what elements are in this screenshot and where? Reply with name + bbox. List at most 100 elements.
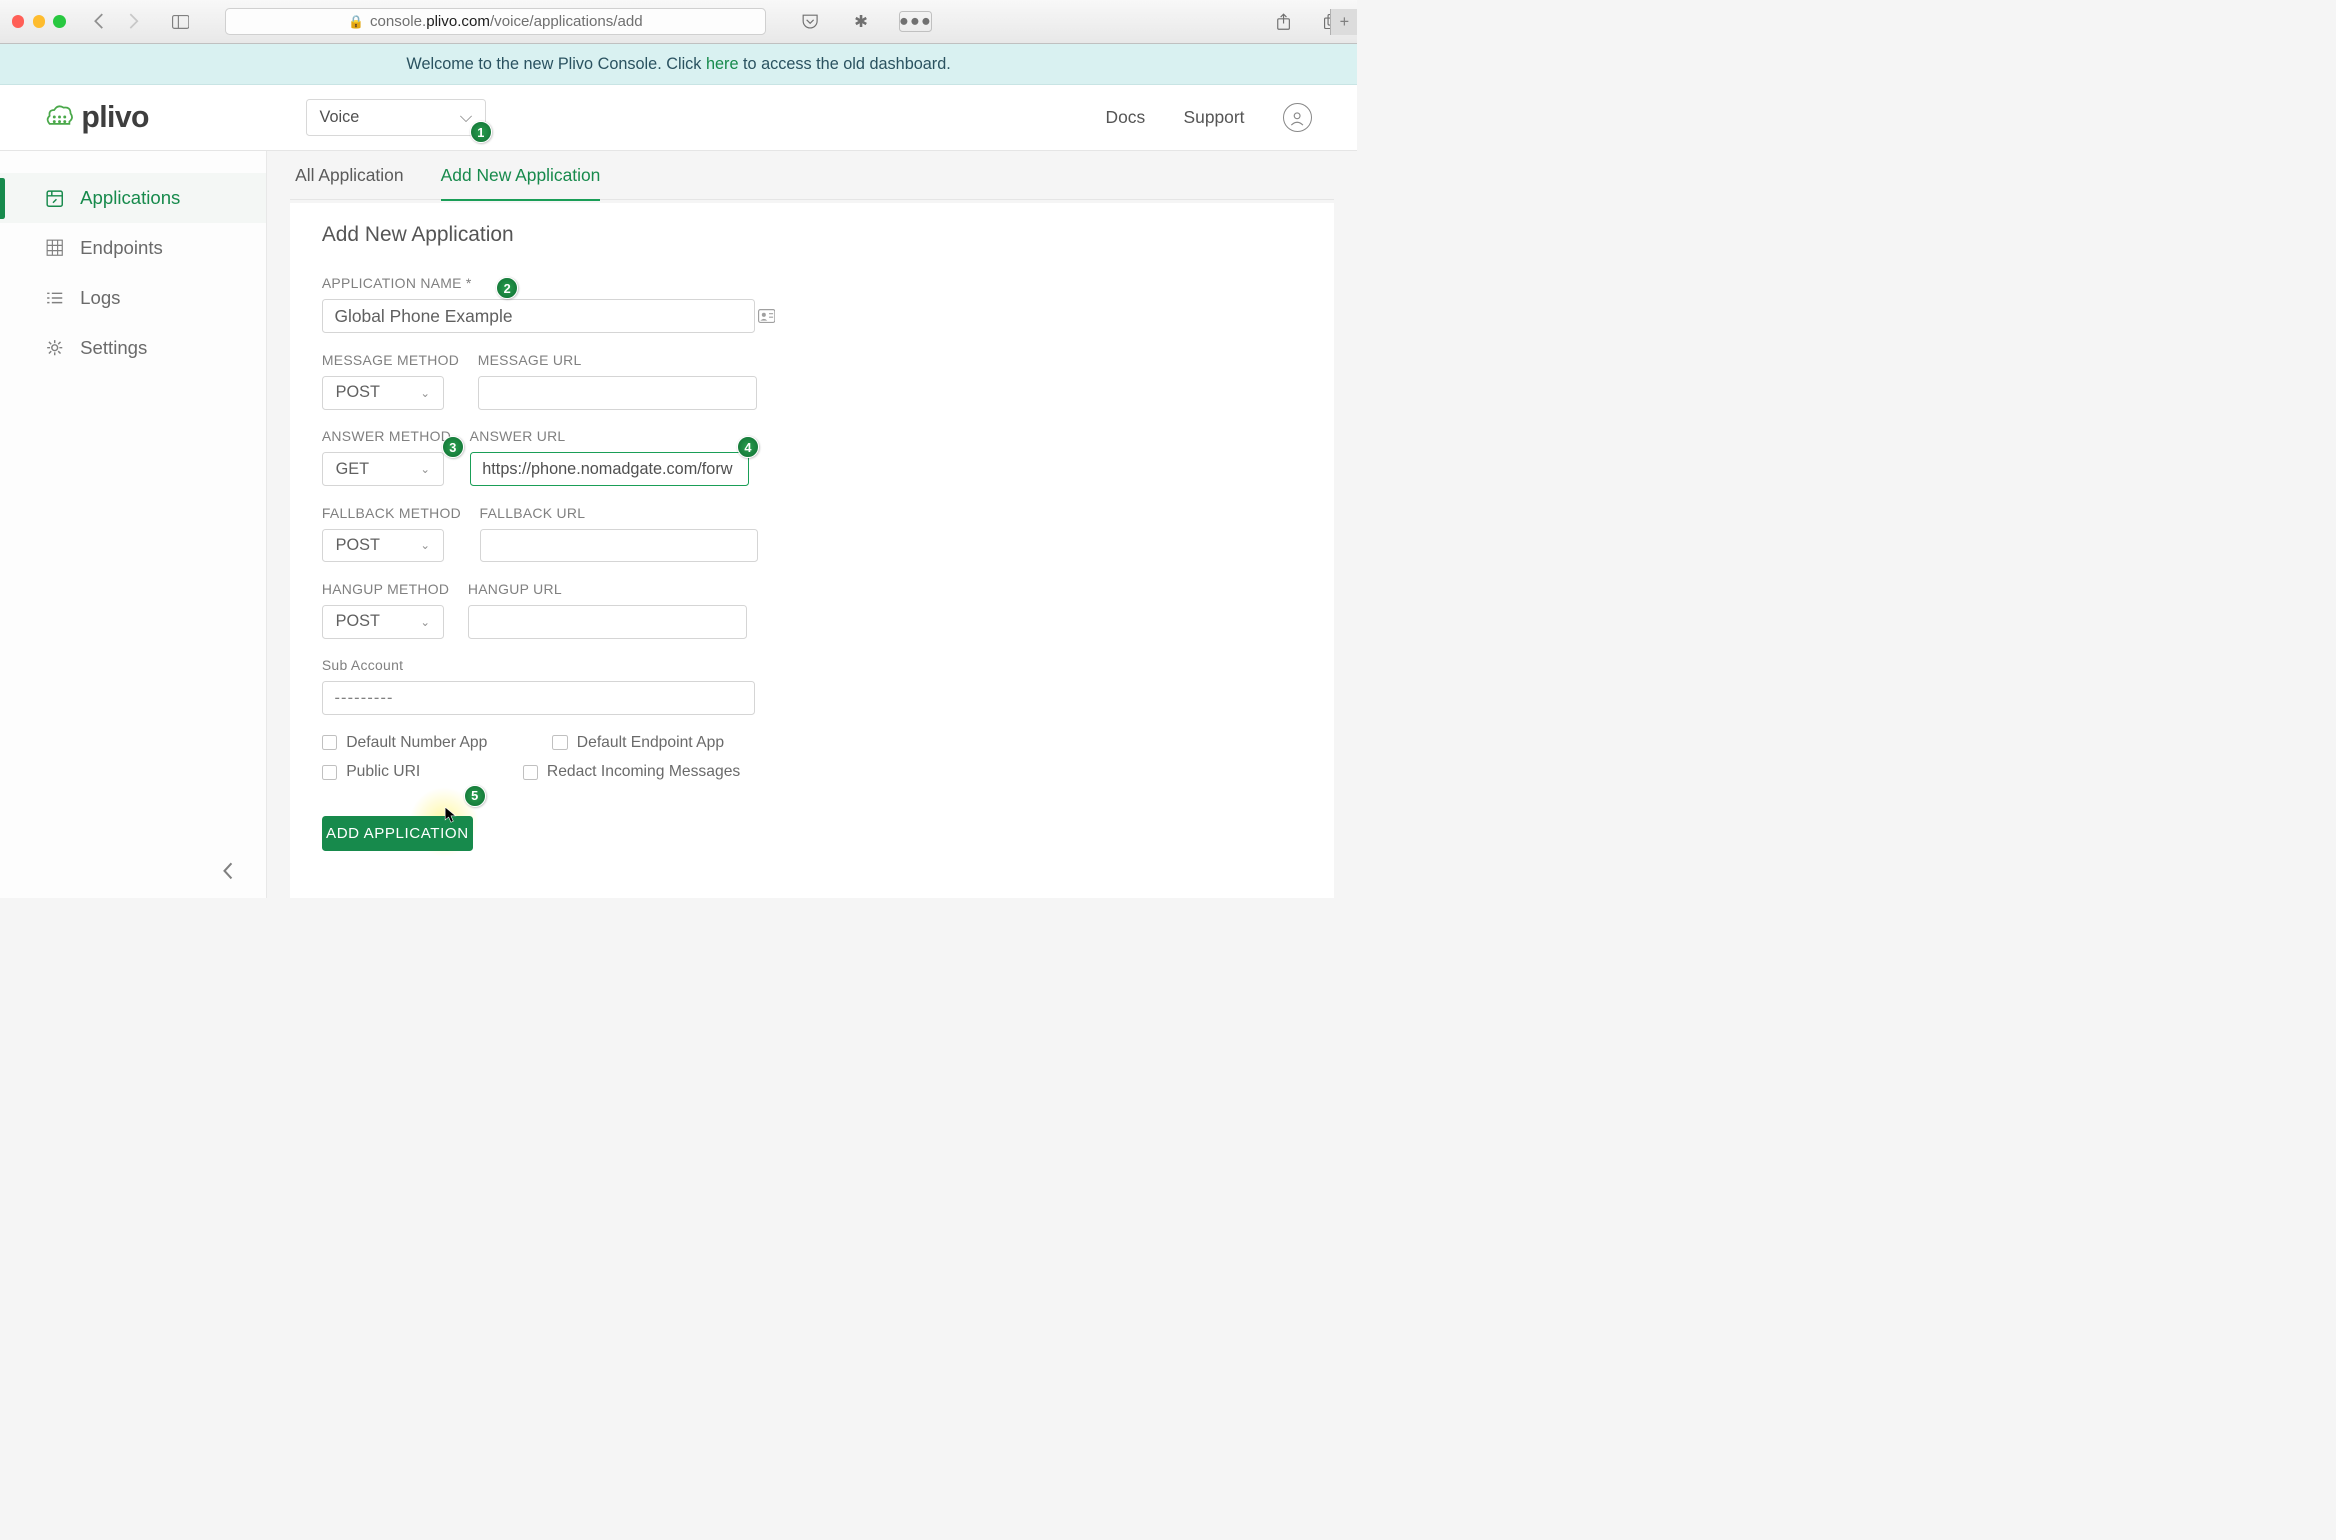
product-selector[interactable]: Voice ⌵ 1: [306, 99, 486, 136]
sidebar-item-applications[interactable]: Applications: [0, 173, 266, 223]
chevron-down-icon: ⌄: [420, 462, 430, 476]
tab-add-new-application[interactable]: Add New Application: [441, 165, 601, 201]
app-name-label: APPLICATION NAME *: [322, 275, 787, 291]
sidebar-toggle-button[interactable]: [167, 8, 194, 35]
step-badge-1: 1: [470, 121, 492, 143]
close-window-button[interactable]: [12, 15, 25, 28]
checkbox-icon: [322, 765, 337, 780]
account-button[interactable]: [1283, 103, 1312, 132]
checkbox-icon: [552, 735, 567, 750]
url-path: /voice/applications/add: [490, 13, 643, 30]
pocket-icon[interactable]: [797, 11, 823, 32]
checkbox-icon: [322, 735, 337, 750]
checkbox-label: Default Number App: [346, 734, 487, 752]
hangup-method-label: HANGUP METHOD: [322, 581, 449, 597]
default-number-app-checkbox[interactable]: Default Number App: [322, 734, 488, 752]
checkbox-label: Redact Incoming Messages: [547, 763, 740, 781]
message-method-label: MESSAGE METHOD: [322, 352, 459, 368]
docs-link[interactable]: Docs: [1106, 107, 1146, 128]
header-nav: Docs Support: [1106, 103, 1312, 132]
answer-method-select[interactable]: GET ⌄: [322, 452, 444, 486]
fallback-method-select[interactable]: POST ⌄: [322, 529, 444, 563]
answer-method-value: GET: [336, 460, 369, 479]
back-button[interactable]: [86, 8, 113, 35]
tabs: All Application Add New Application: [290, 151, 1333, 200]
contacts-icon[interactable]: [758, 309, 775, 323]
step-badge-5: 5: [464, 785, 486, 807]
answer-method-label: ANSWER METHOD: [322, 428, 451, 444]
fallback-method-value: POST: [336, 536, 380, 555]
product-selected-label: Voice: [320, 108, 360, 127]
checkbox-label: Default Endpoint App: [577, 734, 724, 752]
welcome-banner: Welcome to the new Plivo Console. Click …: [0, 44, 1357, 85]
sidebar-item-label: Settings: [80, 337, 147, 359]
brand-name: plivo: [81, 101, 149, 135]
page-title: Add New Application: [322, 223, 1303, 247]
logo[interactable]: plivo: [45, 101, 149, 135]
window-controls: [12, 15, 67, 28]
content-area: All Application Add New Application Add …: [267, 151, 1357, 898]
answer-url-label: ANSWER URL: [470, 428, 749, 444]
banner-text-prefix: Welcome to the new Plivo Console. Click: [406, 55, 706, 73]
share-icon[interactable]: [1271, 11, 1297, 32]
user-icon: [1289, 110, 1305, 126]
fallback-method-label: FALLBACK METHOD: [322, 505, 461, 521]
checkbox-icon: [523, 765, 538, 780]
chevron-down-icon: ⌄: [420, 615, 430, 629]
tab-all-applications[interactable]: All Application: [295, 165, 403, 199]
message-url-input[interactable]: [478, 376, 757, 410]
answer-url-input[interactable]: [470, 452, 749, 486]
app-header: plivo Voice ⌵ 1 Docs Support: [0, 85, 1357, 151]
sidebar-item-label: Logs: [80, 287, 120, 309]
chevron-down-icon: ⌄: [420, 538, 430, 552]
app-name-input[interactable]: [322, 299, 755, 333]
sidebar-item-label: Applications: [80, 187, 180, 209]
url-prefix: console.: [370, 13, 426, 30]
redact-messages-checkbox[interactable]: Redact Incoming Messages: [523, 763, 741, 781]
sidebar-item-logs[interactable]: Logs: [0, 273, 266, 323]
checkbox-label: Public URI: [346, 763, 420, 781]
maximize-window-button[interactable]: [53, 15, 66, 28]
step-badge-3: 3: [442, 436, 464, 458]
grid-icon: [45, 239, 64, 258]
collapse-sidebar-button[interactable]: [221, 861, 234, 881]
lock-icon: 🔒: [348, 14, 364, 30]
form-panel: Add New Application APPLICATION NAME * 2…: [290, 203, 1333, 899]
evernote-icon[interactable]: ✱: [848, 11, 874, 32]
chevron-down-icon: ⌵: [460, 108, 472, 127]
message-url-label: MESSAGE URL: [478, 352, 757, 368]
address-bar[interactable]: 🔒 console.plivo.com/voice/applications/a…: [225, 8, 765, 35]
url-domain: plivo.com: [426, 13, 490, 30]
sidebar-item-settings[interactable]: Settings: [0, 323, 266, 373]
add-application-button[interactable]: ADD APPLICATION: [322, 816, 473, 851]
forward-button[interactable]: [121, 8, 148, 35]
support-link[interactable]: Support: [1184, 107, 1245, 128]
hangup-method-value: POST: [336, 612, 380, 631]
message-method-value: POST: [336, 383, 380, 402]
gear-icon: [45, 339, 64, 358]
sidebar-item-label: Endpoints: [80, 237, 163, 259]
public-uri-checkbox[interactable]: Public URI: [322, 763, 420, 781]
message-method-select[interactable]: POST ⌄: [322, 376, 444, 410]
more-icon[interactable]: ●●●: [899, 11, 932, 32]
plivo-logo-icon: [45, 103, 74, 132]
default-endpoint-app-checkbox[interactable]: Default Endpoint App: [552, 734, 724, 752]
fallback-url-label: FALLBACK URL: [480, 505, 759, 521]
sidebar: Applications Endpoints Logs Settings: [0, 151, 267, 898]
step-badge-2: 2: [496, 277, 518, 299]
applications-icon: [45, 189, 64, 208]
banner-link[interactable]: here: [706, 55, 739, 73]
minimize-window-button[interactable]: [33, 15, 46, 28]
sub-account-select[interactable]: [322, 681, 755, 715]
list-icon: [45, 289, 64, 308]
sub-account-label: Sub Account: [322, 657, 787, 673]
fallback-url-input[interactable]: [480, 529, 759, 563]
step-badge-4: 4: [737, 436, 759, 458]
new-tab-button[interactable]: +: [1330, 9, 1357, 36]
browser-chrome: 🔒 console.plivo.com/voice/applications/a…: [0, 0, 1357, 44]
hangup-url-input[interactable]: [468, 605, 747, 639]
hangup-method-select[interactable]: POST ⌄: [322, 605, 444, 639]
sidebar-item-endpoints[interactable]: Endpoints: [0, 223, 266, 273]
hangup-url-label: HANGUP URL: [468, 581, 747, 597]
chevron-down-icon: ⌄: [420, 386, 430, 400]
